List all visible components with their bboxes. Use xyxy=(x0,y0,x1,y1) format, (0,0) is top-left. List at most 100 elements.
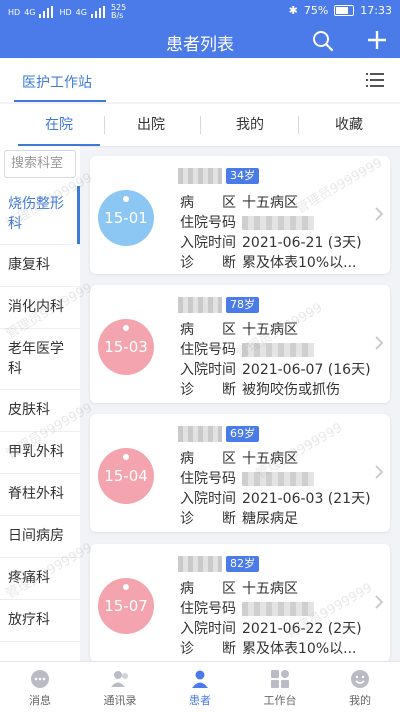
patient-name-masked xyxy=(178,297,222,313)
department-search-input[interactable]: 搜索科室 xyxy=(4,150,76,178)
nav-contacts[interactable]: 通讯录 xyxy=(80,668,160,708)
hd-indicator-2: HD xyxy=(59,7,72,17)
patient-card[interactable]: 15-03 78岁 病 区十五病区 住院号码 入院时间 2021-06-07 (1… xyxy=(90,285,390,403)
search-icon[interactable] xyxy=(312,30,334,52)
nav-label: 通讯录 xyxy=(103,694,137,707)
list-menu-icon[interactable] xyxy=(366,72,384,88)
diagnosis-value: 累及体表10%以... xyxy=(242,255,357,271)
department-item[interactable]: 老年医学科 xyxy=(0,329,80,390)
department-item[interactable]: 皮肤科 xyxy=(0,390,80,432)
nav-patients[interactable]: 患者 xyxy=(160,668,240,708)
age-badge: 69岁 xyxy=(226,426,259,442)
tab-in-hospital[interactable]: 在院 xyxy=(18,104,100,146)
diagnosis-label: 诊 断 xyxy=(180,511,236,527)
department-item[interactable]: 放疗科 xyxy=(0,600,80,642)
tab-discharged[interactable]: 出院 xyxy=(108,104,194,146)
workstation-tab-indicator xyxy=(14,100,106,102)
ward-value: 十五病区 xyxy=(242,451,298,467)
admit-time-label: 入院时间 xyxy=(180,235,236,251)
admission-no-row: 住院号码 xyxy=(180,212,314,232)
app-header: 患者列表 xyxy=(0,24,400,58)
admit-time-row: 入院时间 2021-06-21 (3天) xyxy=(180,232,362,252)
nav-label: 消息 xyxy=(29,694,51,707)
age-badge: 34岁 xyxy=(226,168,259,184)
department-sidebar: 搜索科室 烧伤整形科 康复科 消化内科 老年医学科 皮肤科 甲乳外科 脊柱外科 … xyxy=(0,146,80,661)
ward-row: 病 区十五病区 xyxy=(180,192,298,212)
admission-no-label: 住院号码 xyxy=(180,601,236,617)
message-icon xyxy=(31,670,49,688)
department-item[interactable]: 日间病房 xyxy=(0,516,80,558)
tab-mine[interactable]: 我的 xyxy=(204,104,296,146)
diagnosis-value: 被狗咬伤或抓伤 xyxy=(242,382,340,398)
contacts-icon xyxy=(111,671,128,687)
diagnosis-label: 诊 断 xyxy=(180,382,236,398)
patient-card[interactable]: 15-01 34岁 病 区十五病区 住院号码 入院时间 2021-06-21 (3… xyxy=(90,156,390,274)
department-item[interactable]: 消化内科 xyxy=(0,287,80,329)
tab-divider xyxy=(298,116,299,134)
diagnosis-label: 诊 断 xyxy=(180,255,236,271)
department-item[interactable]: 甲乳外科 xyxy=(0,432,80,474)
ward-value: 十五病区 xyxy=(242,581,298,597)
nav-workbench[interactable]: 工作台 xyxy=(240,668,320,708)
admit-time-value: 2021-06-21 (3天) xyxy=(242,235,362,251)
battery-icon xyxy=(334,5,355,16)
ward-row: 病 区十五病区 xyxy=(180,319,298,339)
admit-time-label: 入院时间 xyxy=(180,621,236,637)
bed-number-badge: 15-03 xyxy=(98,319,154,375)
department-item[interactable]: 康复科 xyxy=(0,245,80,287)
ward-label: 病 区 xyxy=(180,581,236,597)
battery-percent: 75% xyxy=(303,4,329,17)
diagnosis-row: 诊 断累及体表10%以... xyxy=(180,252,356,272)
admission-no-masked xyxy=(242,602,314,616)
tab-favorites[interactable]: 收藏 xyxy=(302,104,396,146)
diagnosis-row: 诊 断累及体表10%以... xyxy=(180,638,356,658)
admission-no-label: 住院号码 xyxy=(180,215,236,231)
workstation-tab[interactable]: 医护工作站 xyxy=(22,72,92,92)
status-bar: HD 4G HD 4G 525 B/s ✱ 75% 17:33 xyxy=(0,0,400,24)
admit-time-row: 入院时间 2021-06-07 (16天) xyxy=(180,359,371,379)
admit-time-row: 入院时间 2021-06-03 (21天) xyxy=(180,488,371,508)
ward-row: 病 区十五病区 xyxy=(180,578,298,598)
diagnosis-row: 诊 断被狗咬伤或抓伤 xyxy=(180,379,340,399)
patient-name-masked xyxy=(178,556,222,572)
network-4g-label: 4G xyxy=(24,7,36,17)
admission-no-label: 住院号码 xyxy=(180,342,236,358)
ward-value: 十五病区 xyxy=(242,195,298,211)
signal-icon-2 xyxy=(90,6,107,18)
admission-no-row: 住院号码 xyxy=(180,339,314,359)
department-item[interactable]: 脊柱外科 xyxy=(0,474,80,516)
page-title: 患者列表 xyxy=(166,35,234,55)
ward-label: 病 区 xyxy=(180,322,236,338)
admission-no-row: 住院号码 xyxy=(180,598,314,618)
patient-name-masked xyxy=(178,168,222,184)
status-tabs: 在院 出院 我的 收藏 xyxy=(0,104,400,147)
nav-messages[interactable]: 消息 xyxy=(0,668,80,708)
clock: 17:33 xyxy=(360,4,392,17)
chevron-right-icon xyxy=(375,595,384,609)
workstation-bar: 医护工作站 xyxy=(0,58,400,102)
admit-time-label: 入院时间 xyxy=(180,491,236,507)
ward-label: 病 区 xyxy=(180,451,236,467)
bed-number-badge: 15-04 xyxy=(98,448,154,504)
admit-time-value: 2021-06-07 (16天) xyxy=(242,362,371,378)
add-icon[interactable] xyxy=(366,29,388,51)
network-speed: 525 B/s xyxy=(110,3,127,20)
signal-icon xyxy=(39,6,55,18)
chevron-right-icon xyxy=(375,336,384,350)
patient-card[interactable]: 15-04 69岁 病 区十五病区 住院号码 入院时间 2021-06-03 (2… xyxy=(90,414,390,532)
age-badge: 78岁 xyxy=(226,297,259,313)
department-item[interactable]: 疼痛科 xyxy=(0,558,80,600)
ward-row: 病 区十五病区 xyxy=(180,448,298,468)
nav-mine[interactable]: 我的 xyxy=(320,668,400,708)
bluetooth-icon: ✱ xyxy=(288,4,298,17)
patient-card[interactable]: 15-07 82岁 病 区十五病区 住院号码 入院时间 2021-06-22 (2… xyxy=(90,544,390,661)
profile-icon xyxy=(351,670,369,688)
network-4g-label-2: 4G xyxy=(75,7,87,17)
ward-value: 十五病区 xyxy=(242,322,298,338)
department-item[interactable]: 烧伤整形科 xyxy=(0,186,80,245)
admission-no-masked xyxy=(242,472,314,486)
tab-divider xyxy=(104,116,105,134)
diagnosis-value: 累及体表10%以... xyxy=(242,641,357,657)
patient-name-masked xyxy=(178,426,222,442)
